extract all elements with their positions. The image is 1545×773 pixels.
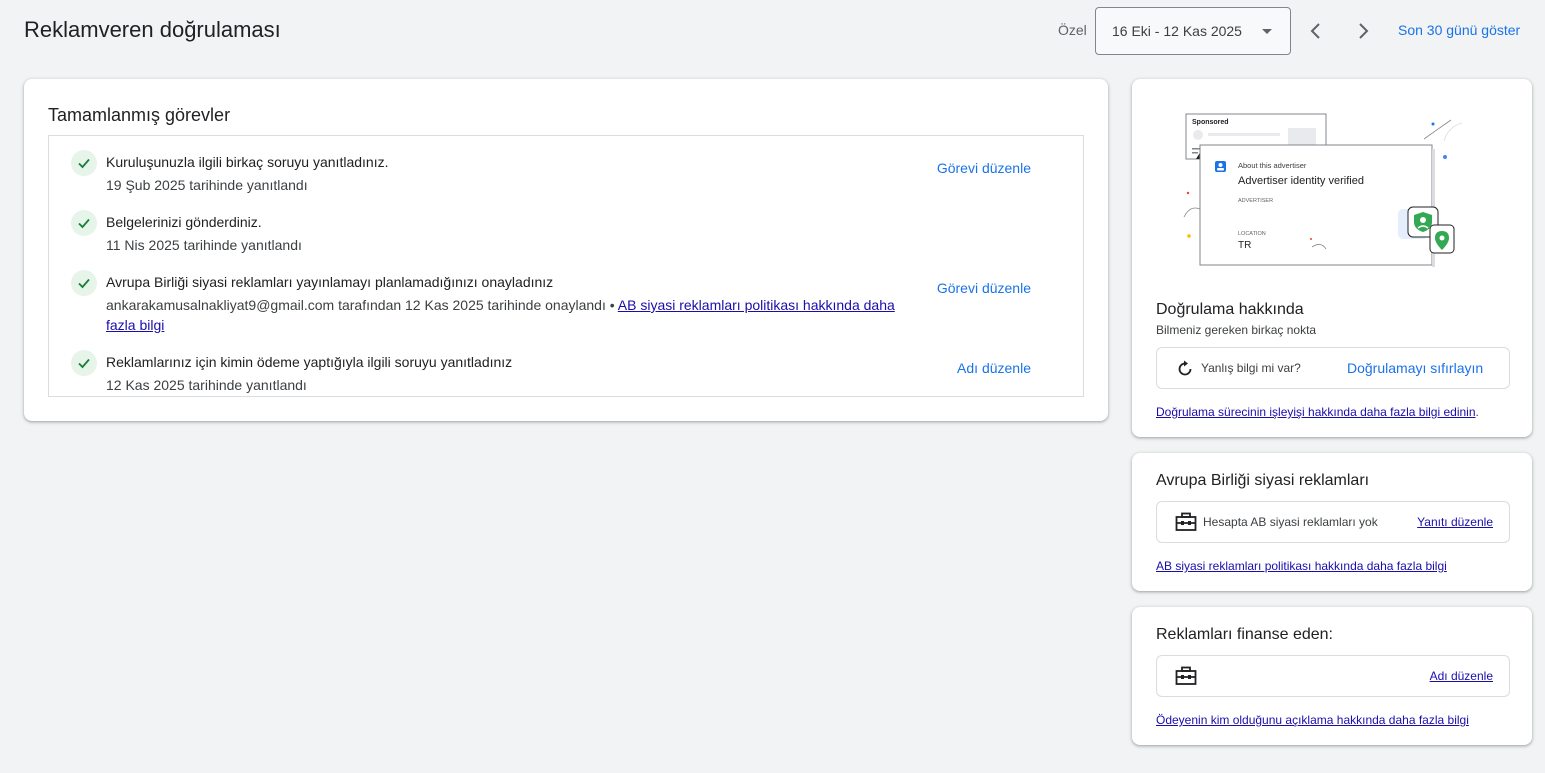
date-range-value: 16 Eki - 12 Kas 2025 <box>1112 23 1242 39</box>
task-title: Avrupa Birliği siyasi reklamları yayınla… <box>106 274 554 290</box>
date-range-label: Özel <box>1058 22 1087 38</box>
task-item: Kuruluşunuzla ilgili birkaç soruyu yanıt… <box>49 142 1083 198</box>
check-icon <box>71 210 97 236</box>
edit-name-link[interactable]: Adı düzenle <box>1430 669 1493 683</box>
about-text: About this advertiser <box>1238 161 1307 170</box>
task-subtitle: 19 Şub 2025 tarihinde yanıtlandı <box>106 177 308 193</box>
task-subtitle: ankarakamusalnakliyat9@gmail.com tarafın… <box>106 295 906 335</box>
briefcase-icon <box>1175 512 1197 531</box>
verification-footer: Doğrulama sürecinin işleyişi hakkında da… <box>1156 405 1479 419</box>
edit-answer-link[interactable]: Yanıtı düzenle <box>1417 515 1493 529</box>
next-period-button[interactable] <box>1349 17 1377 45</box>
ads-funded-by-card: Reklamları finanse eden: Adı düzenle Öde… <box>1132 607 1532 745</box>
task-subtitle: 11 Nis 2025 tarihinde yanıtlandı <box>106 237 302 253</box>
task-title: Belgelerinizi gönderdiniz. <box>106 214 262 230</box>
funded-by-box: Adı düzenle <box>1156 655 1510 697</box>
task-item: Reklamlarınız için kimin ödeme yaptığıyl… <box>49 342 1083 398</box>
page-header: Reklamveren doğrulaması Özel 16 Eki - 12… <box>24 0 1528 60</box>
verification-subtitle: Bilmeniz gereken birkaç nokta <box>1156 323 1317 337</box>
footer-suffix: . <box>1475 405 1479 419</box>
verified-text: Advertiser identity verified <box>1238 175 1364 187</box>
wrong-info-text: Yanlış bilgi mi var? <box>1201 361 1301 375</box>
task-title: Reklamlarınız için kimin ödeme yaptığıyl… <box>106 354 513 370</box>
location-value-text: TR <box>1238 240 1251 251</box>
reset-verification-button[interactable]: Doğrulamayı sıfırlayın <box>1347 360 1483 376</box>
task-list: Kuruluşunuzla ilgili birkaç soruyu yanıt… <box>48 135 1084 397</box>
wrong-info-box: Yanlış bilgi mi var? Doğrulamayı sıfırla… <box>1156 347 1510 389</box>
task-subtitle-text: ankarakamusalnakliyat9@gmail.com tarafın… <box>106 297 615 313</box>
edit-task-button[interactable]: Görevi düzenle <box>937 280 1031 296</box>
chevron-left-icon <box>1310 23 1320 39</box>
completed-tasks-title: Tamamlanmış görevler <box>48 105 231 125</box>
reset-icon <box>1178 360 1192 376</box>
eu-policy-footer-link[interactable]: AB siyasi reklamları politikası hakkında… <box>1156 559 1447 573</box>
eu-political-ads-card: Avrupa Birliği siyasi reklamları Hesapta… <box>1132 453 1532 591</box>
caret-down-icon <box>1262 29 1272 34</box>
eu-status-text: Hesapta AB siyasi reklamları yok <box>1203 515 1378 529</box>
task-title: Kuruluşunuzla ilgili birkaç soruyu yanıt… <box>106 154 389 170</box>
advertiser-text: ADVERTISER <box>1238 198 1273 204</box>
sponsored-text: Sponsored <box>1192 119 1229 126</box>
verification-title: Doğrulama hakkında <box>1156 301 1304 318</box>
location-label-text: LOCATION <box>1238 231 1266 237</box>
check-icon <box>71 350 97 376</box>
briefcase-icon <box>1175 666 1197 685</box>
completed-tasks-card: Tamamlanmış görevler Kuruluşunuzla ilgil… <box>24 79 1108 421</box>
eu-political-ads-title: Avrupa Birliği siyasi reklamları <box>1156 472 1370 489</box>
check-icon <box>71 150 97 176</box>
previous-period-button[interactable] <box>1302 17 1330 45</box>
edit-name-button[interactable]: Adı düzenle <box>957 360 1031 376</box>
task-item: Belgelerinizi gönderdiniz. 11 Nis 2025 t… <box>49 202 1083 258</box>
date-range-dropdown[interactable]: 16 Eki - 12 Kas 2025 <box>1095 7 1291 55</box>
edit-task-button[interactable]: Görevi düzenle <box>937 160 1031 176</box>
check-icon <box>71 270 97 296</box>
task-subtitle: 12 Kas 2025 tarihinde yanıtlandı <box>106 377 307 393</box>
page-title: Reklamveren doğrulaması <box>24 17 281 42</box>
chevron-right-icon <box>1359 23 1369 39</box>
funded-by-title: Reklamları finanse eden: <box>1156 626 1333 643</box>
verification-info-card: Sponsored About this advertiser Advertis… <box>1132 79 1532 437</box>
task-item: Avrupa Birliği siyasi reklamları yayınla… <box>49 262 1083 338</box>
verification-process-link[interactable]: Doğrulama sürecinin işleyişi hakkında da… <box>1156 405 1476 419</box>
advertiser-verified-illustration: Sponsored About this advertiser Advertis… <box>1183 113 1463 267</box>
eu-status-box: Hesapta AB siyasi reklamları yok Yanıtı … <box>1156 501 1510 543</box>
payer-disclosure-link[interactable]: Ödeyenin kim olduğunu açıklama hakkında … <box>1156 713 1469 727</box>
show-last-30-days-button[interactable]: Son 30 günü göster <box>1398 22 1520 38</box>
